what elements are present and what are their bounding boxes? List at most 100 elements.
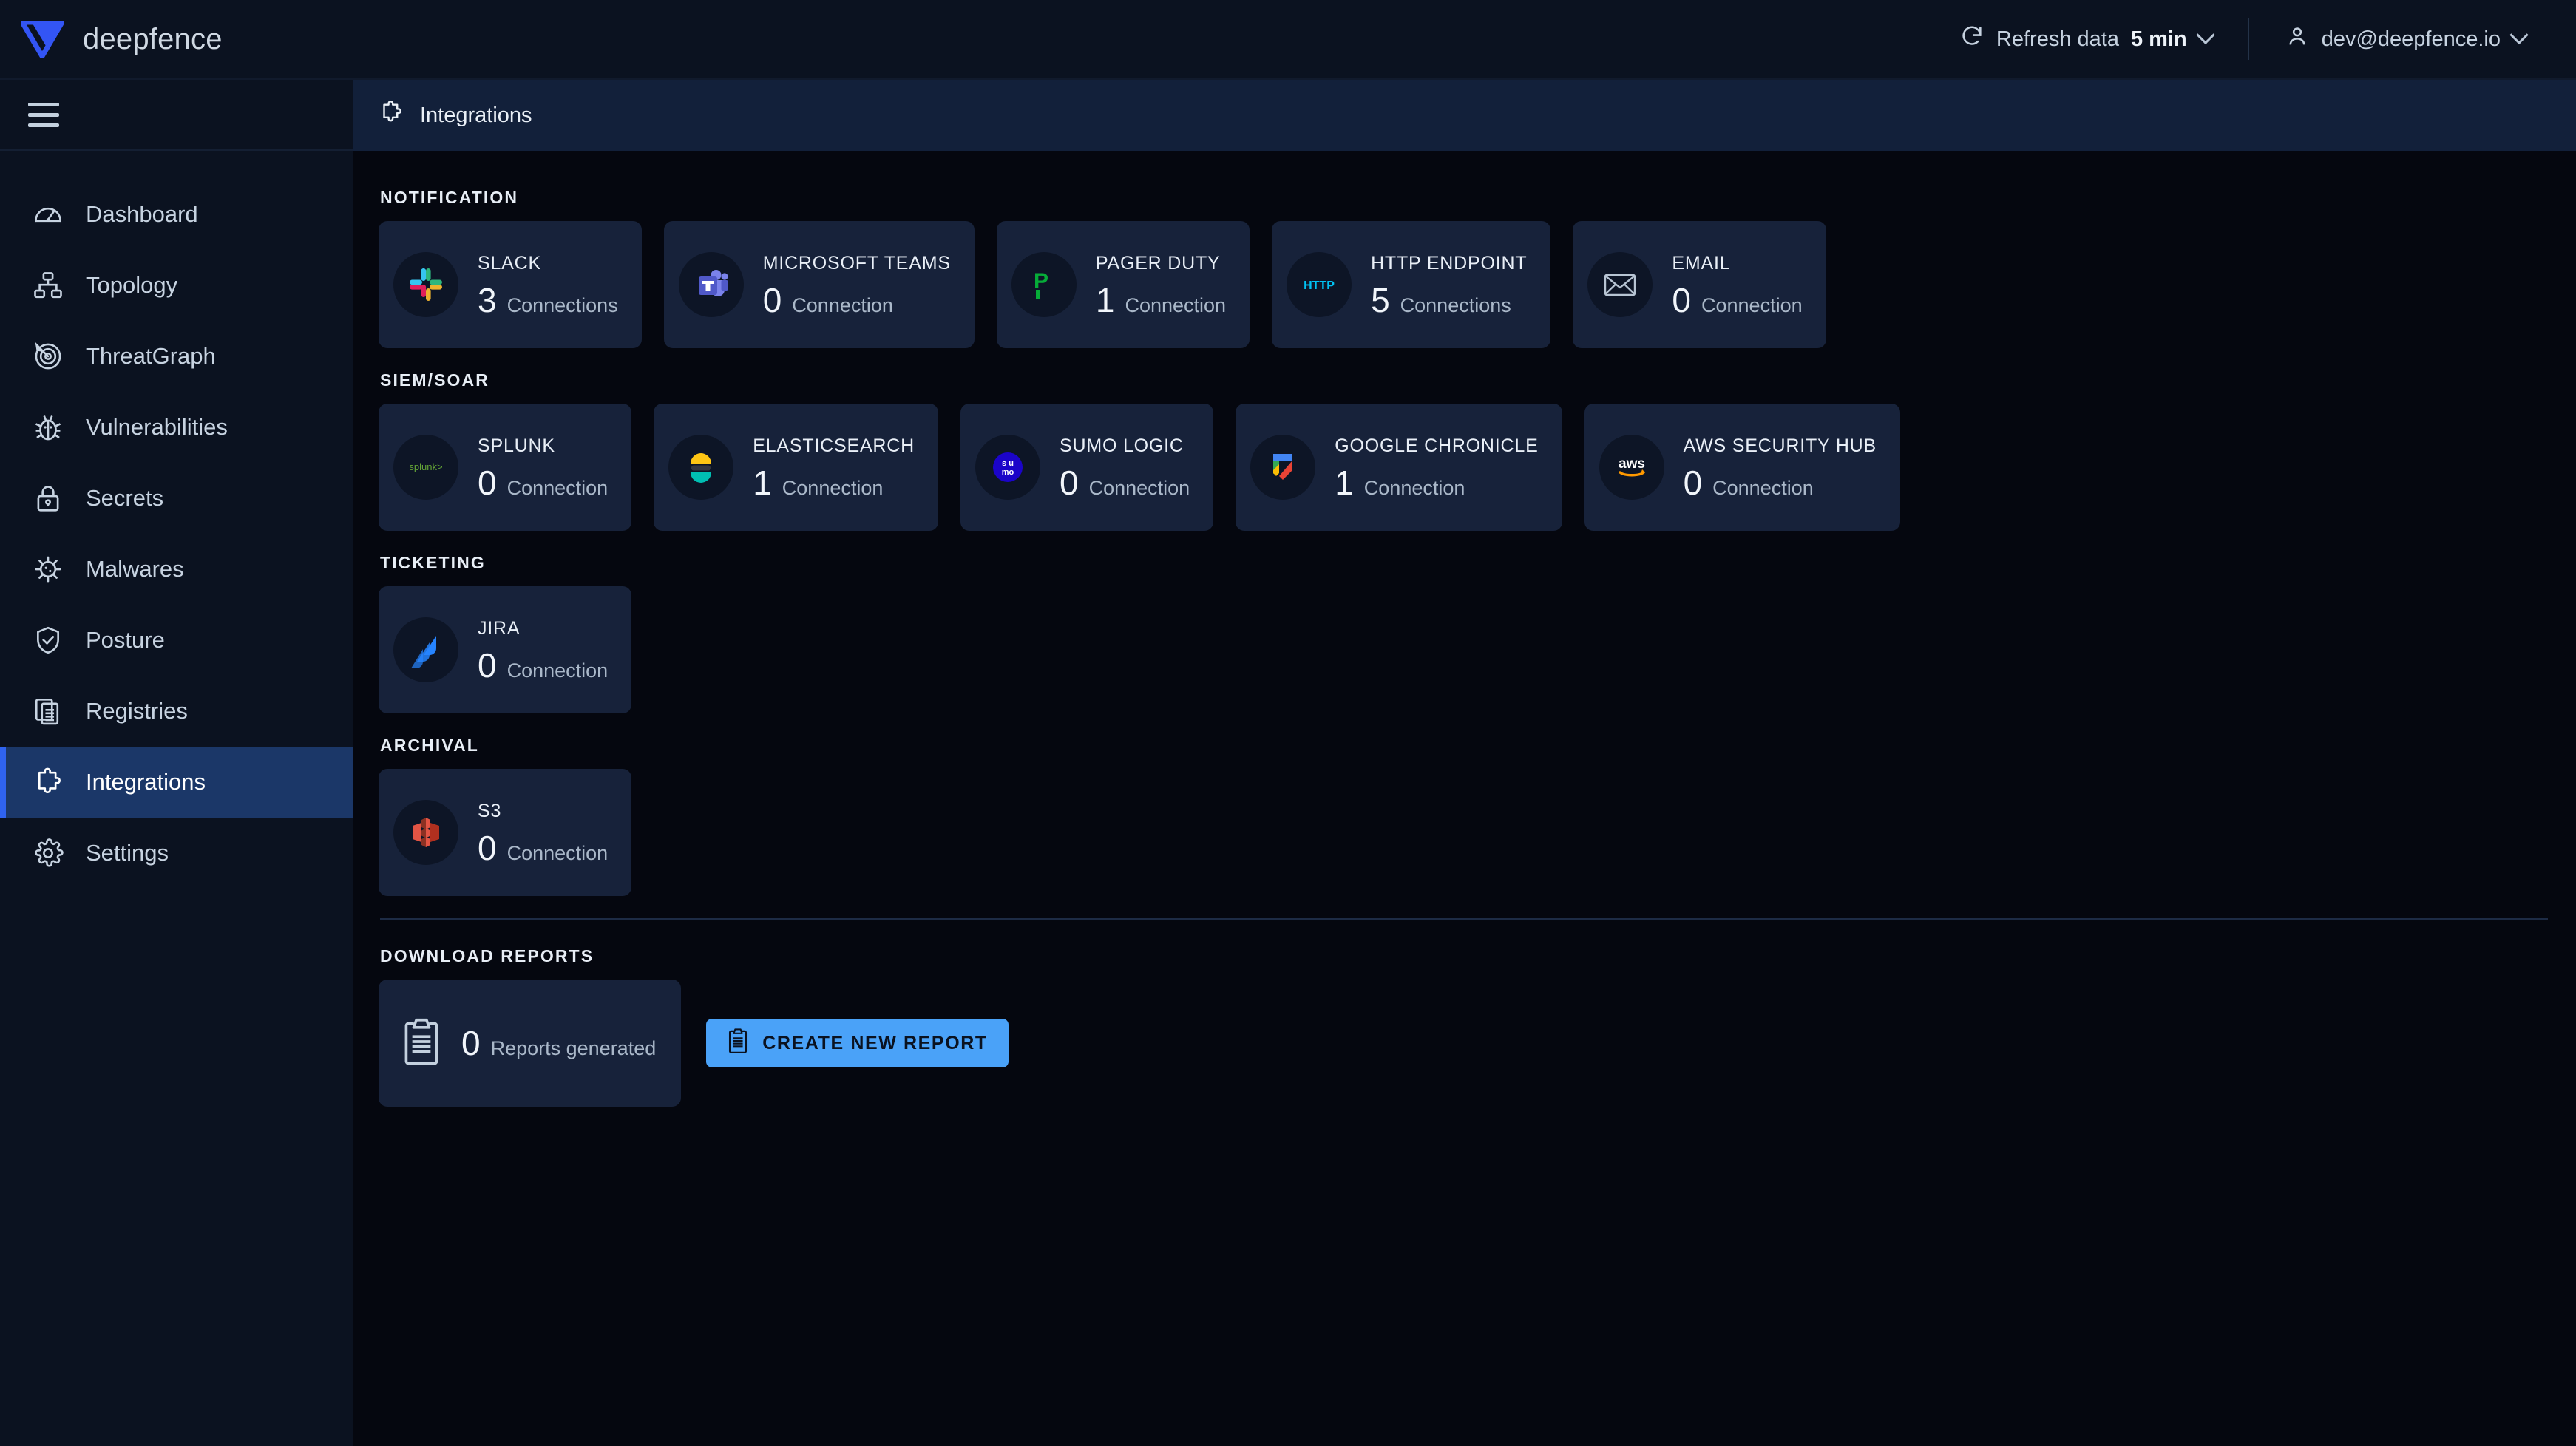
- aws-s3-logo-icon: [393, 800, 458, 865]
- create-new-report-button[interactable]: CREATE NEW REPORT: [706, 1019, 1009, 1067]
- svg-text:HTTP: HTTP: [1304, 279, 1335, 292]
- elasticsearch-logo-icon: [668, 435, 734, 500]
- sidebar-item-label: Secrets: [86, 485, 164, 511]
- count-unit: Connection: [506, 476, 609, 499]
- sidebar-item-settings[interactable]: Settings: [0, 818, 353, 889]
- lock-icon: [33, 483, 64, 514]
- connection-count: 5 Connections: [1371, 283, 1527, 317]
- integration-name: AWS SECURITY HUB: [1683, 435, 1877, 456]
- integration-card-elasticsearch[interactable]: ELASTICSEARCH 1 Connection: [654, 404, 938, 531]
- svg-text:aws: aws: [1619, 456, 1645, 472]
- clipboard-icon: [727, 1028, 749, 1059]
- puzzle-icon: [379, 100, 404, 131]
- user-menu[interactable]: dev@deepfence.io: [2268, 16, 2542, 62]
- main-area: Integrations NOTIFICATION SLACK 3 Connec…: [353, 80, 2576, 1446]
- integration-card-row-archival: S3 0 Connection: [379, 769, 2549, 896]
- clipboard-icon: [401, 1018, 442, 1069]
- sidebar-item-integrations[interactable]: Integrations: [0, 747, 353, 818]
- integration-card-jira[interactable]: JIRA 0 Connection: [379, 586, 632, 713]
- pagerduty-logo-icon: P: [1011, 252, 1077, 317]
- radar-target-icon: [33, 341, 64, 372]
- microsoft-teams-logo-icon: [678, 252, 744, 317]
- count-value: 1: [753, 463, 772, 502]
- integration-name: HTTP ENDPOINT: [1371, 252, 1528, 274]
- topbar-actions: Refresh data 5 min dev@deepfence.io: [1943, 16, 2576, 62]
- count-value: 3: [478, 280, 497, 319]
- refresh-value: 5 min: [2130, 27, 2187, 51]
- sidebar-item-label: Dashboard: [86, 201, 198, 227]
- connection-count: 1 Connection: [1335, 466, 1538, 500]
- shield-check-icon: [33, 625, 64, 656]
- sidebar-item-label: Settings: [86, 840, 169, 866]
- integration-card-aws-security-hub[interactable]: aws AWS SECURITY HUB 0 Connection: [1584, 404, 1901, 531]
- sidebar-item-secrets[interactable]: Secrets: [0, 463, 353, 534]
- count-value: 0: [478, 645, 497, 685]
- integration-card-splunk[interactable]: splunk> SPLUNK 0 Connection: [379, 404, 632, 531]
- brand-name: deepfence: [83, 22, 223, 55]
- reports-row: 0 Reports generated CREATE NEW REPORT: [379, 980, 2549, 1107]
- reports-count: 0 Reports generated: [461, 1026, 656, 1060]
- sidebar: Dashboard Topology ThreatGraph Vulnerabi…: [0, 80, 353, 1446]
- connection-count: 1 Connection: [753, 466, 915, 500]
- connection-count: 0 Connection: [478, 466, 608, 500]
- integration-card-slack[interactable]: SLACK 3 Connections: [379, 221, 642, 348]
- integration-card-sumo-logic[interactable]: s u mo SUMO LOGIC 0 Connection: [960, 404, 1214, 531]
- integration-card-s3[interactable]: S3 0 Connection: [379, 769, 632, 896]
- reports-generated-card[interactable]: 0 Reports generated: [379, 980, 682, 1107]
- user-icon: [2285, 24, 2310, 55]
- count-unit: Connections: [1400, 293, 1511, 316]
- envelope-icon: [1587, 252, 1653, 317]
- sidebar-nav: Dashboard Topology ThreatGraph Vulnerabi…: [0, 151, 353, 889]
- count-unit: Connection: [506, 841, 609, 864]
- documents-icon: [33, 696, 64, 727]
- integration-name: EMAIL: [1672, 252, 1731, 274]
- connection-count: 0 Connection: [1060, 466, 1190, 500]
- sidebar-item-topology[interactable]: Topology: [0, 250, 353, 321]
- section-title-siem-soar: SIEM/SOAR: [380, 370, 489, 390]
- connection-count: 3 Connections: [478, 283, 618, 317]
- sidebar-item-posture[interactable]: Posture: [0, 605, 353, 676]
- sidebar-item-label: Integrations: [86, 769, 206, 795]
- sidebar-item-malwares[interactable]: Malwares: [0, 534, 353, 605]
- integration-name: GOOGLE CHRONICLE: [1335, 435, 1539, 456]
- chevron-down-icon: [2195, 25, 2215, 45]
- count-value: 1: [1095, 280, 1115, 319]
- virus-icon: [33, 554, 64, 585]
- connection-count: 0 Connection: [1672, 283, 1802, 317]
- count-unit: Connection: [1088, 476, 1190, 499]
- count-unit: Connection: [1363, 476, 1465, 499]
- integration-name: PAGER DUTY: [1095, 252, 1221, 274]
- speedometer-icon: [33, 199, 64, 230]
- brand[interactable]: deepfence: [0, 19, 353, 61]
- refresh-data-selector[interactable]: Refresh data 5 min: [1943, 16, 2228, 62]
- integration-card-google-chronicle[interactable]: GOOGLE CHRONICLE 1 Connection: [1236, 404, 1562, 531]
- integration-card-microsoft-teams[interactable]: MICROSOFT TEAMS 0 Connection: [663, 221, 975, 348]
- count-value: 5: [1371, 280, 1390, 319]
- slack-logo-icon: [393, 252, 458, 317]
- page-content: NOTIFICATION SLACK 3 Connections MICROSO…: [353, 151, 2576, 1446]
- count-unit: Connections: [506, 293, 618, 316]
- sidebar-item-threatgraph[interactable]: ThreatGraph: [0, 321, 353, 392]
- hamburger-icon[interactable]: [28, 102, 59, 127]
- integration-card-http-endpoint[interactable]: HTTP HTTP ENDPOINT 5 Connections: [1272, 221, 1551, 348]
- button-label: CREATE NEW REPORT: [762, 1032, 988, 1053]
- sidebar-item-label: Vulnerabilities: [86, 414, 228, 440]
- count-value: 0: [478, 463, 497, 502]
- sidebar-item-dashboard[interactable]: Dashboard: [0, 179, 353, 250]
- integration-card-email[interactable]: EMAIL 0 Connection: [1573, 221, 1826, 348]
- integration-card-pager-duty[interactable]: P PAGER DUTY 1 Connection: [996, 221, 1250, 348]
- sidebar-item-label: Posture: [86, 627, 165, 653]
- sidebar-item-registries[interactable]: Registries: [0, 676, 353, 747]
- count-value: 0: [1672, 280, 1691, 319]
- section-title-notification: NOTIFICATION: [380, 188, 519, 207]
- sidebar-item-vulnerabilities[interactable]: Vulnerabilities: [0, 392, 353, 463]
- count-value: 1: [1335, 463, 1354, 502]
- count-unit: Connection: [506, 659, 609, 682]
- sidebar-item-label: ThreatGraph: [86, 343, 216, 369]
- count-value: 0: [478, 828, 497, 867]
- connection-count: 0 Connection: [478, 648, 608, 682]
- page-header: Integrations: [353, 80, 2576, 151]
- section-title-ticketing: TICKETING: [380, 553, 486, 572]
- integration-name: S3: [478, 800, 502, 821]
- connection-count: 0 Connection: [1684, 466, 1877, 500]
